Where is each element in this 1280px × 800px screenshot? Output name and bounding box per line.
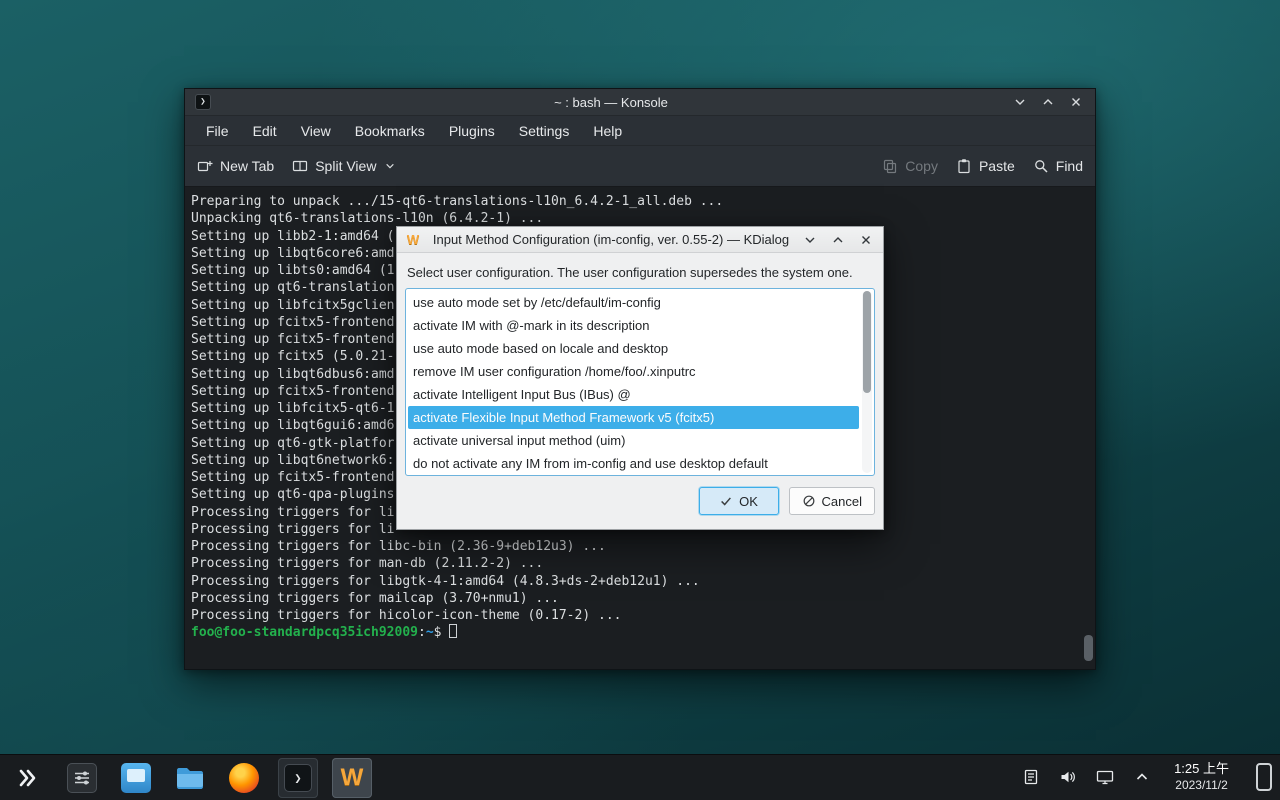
taskbar-item-firefox[interactable] <box>224 758 264 798</box>
taskbar-item-files[interactable] <box>170 758 210 798</box>
split-view-button[interactable]: Split View <box>292 158 395 174</box>
terminal-line: Processing triggers for mailcap (3.70+nm… <box>191 590 1087 607</box>
paste-label: Paste <box>979 158 1015 174</box>
konsole-toolbar: New Tab Split View Copy Paste Find <box>185 145 1095 187</box>
chevron-down-icon <box>385 161 395 171</box>
maximize-icon[interactable] <box>1039 93 1057 111</box>
terminal-line: Processing triggers for libgtk-4-1:amd64… <box>191 573 1087 590</box>
taskbar-item-konsole[interactable]: ❯ <box>278 758 318 798</box>
dialog-listbox[interactable]: use auto mode set by /etc/default/im-con… <box>405 288 875 476</box>
menu-item[interactable]: Help <box>582 120 633 142</box>
desktop-background: ❯ ~ : bash — Konsole FileEditViewBookmar… <box>0 0 1280 800</box>
minimize-icon[interactable] <box>801 231 819 249</box>
kdialog-w-icon: W <box>341 764 364 792</box>
paste-icon <box>956 158 972 174</box>
find-button[interactable]: Find <box>1033 158 1083 174</box>
menu-item[interactable]: Plugins <box>438 120 506 142</box>
konsole-app-icon: ❯ <box>195 94 211 110</box>
ok-label: OK <box>739 494 758 509</box>
taskbar-item-kdialog[interactable]: W <box>332 758 372 798</box>
show-desktop-icon[interactable] <box>1256 763 1272 791</box>
app-launcher-button[interactable] <box>8 758 48 798</box>
kdialog-titlebar[interactable]: W Input Method Configuration (im-config,… <box>397 227 883 253</box>
terminal-line: Preparing to unpack .../15-qt6-translati… <box>191 193 1087 210</box>
dialog-list-item[interactable]: activate Intelligent Input Bus (IBus) @ <box>408 383 859 406</box>
dialog-message: Select user configuration. The user conf… <box>407 265 873 280</box>
app-launcher-icon <box>18 769 38 787</box>
dialog-scrollbar-thumb[interactable] <box>863 291 871 393</box>
taskbar: ❯ W 1:25 上午 2023/11/2 <box>0 754 1280 800</box>
search-icon <box>1033 158 1049 174</box>
prompt-colon: : <box>418 625 426 640</box>
menu-item[interactable]: View <box>290 120 342 142</box>
kdialog-app-icon: W <box>405 232 421 247</box>
close-icon[interactable] <box>1067 93 1085 111</box>
cancel-label: Cancel <box>822 494 862 509</box>
new-tab-label: New Tab <box>220 158 274 174</box>
menu-item[interactable]: Settings <box>508 120 581 142</box>
dialog-button-row: OK Cancel <box>405 487 875 515</box>
copy-label: Copy <box>905 158 938 174</box>
prompt-dollar: $ <box>434 625 442 640</box>
ok-button[interactable]: OK <box>699 487 779 515</box>
terminal-prompt-line: foo@foo-standardpcq35ich92009:~$ <box>191 624 1087 641</box>
clock-time: 1:25 上午 <box>1174 761 1229 778</box>
caret-up-icon[interactable] <box>1131 766 1153 788</box>
find-label: Find <box>1056 158 1083 174</box>
maximize-icon[interactable] <box>829 231 847 249</box>
new-tab-icon <box>197 158 213 174</box>
prompt-user-host: foo@foo-standardpcq35ich92009 <box>191 625 418 640</box>
dialog-list-item[interactable]: use auto mode set by /etc/default/im-con… <box>408 291 859 314</box>
konsole-menubar: FileEditViewBookmarksPluginsSettingsHelp <box>185 115 1095 145</box>
terminal-line: Processing triggers for hicolor-icon-the… <box>191 607 1087 624</box>
konsole-window-title: ~ : bash — Konsole <box>211 95 1011 110</box>
menu-item[interactable]: Bookmarks <box>344 120 436 142</box>
taskbar-item-settings[interactable] <box>62 758 102 798</box>
clipboard-icon[interactable] <box>1020 766 1042 788</box>
dialog-list-item[interactable]: activate Flexible Input Method Framework… <box>408 406 859 429</box>
volume-icon[interactable] <box>1057 766 1079 788</box>
terminal-line: Unpacking qt6-translations-l10n (6.4.2-1… <box>191 210 1087 227</box>
terminal-scrollbar-thumb[interactable] <box>1084 635 1093 661</box>
split-view-label: Split View <box>315 158 376 174</box>
firefox-icon <box>229 763 259 793</box>
paste-button[interactable]: Paste <box>956 158 1015 174</box>
dialog-list-item[interactable]: activate IM with @-mark in its descripti… <box>408 314 859 337</box>
copy-button[interactable]: Copy <box>882 158 938 174</box>
check-icon <box>719 494 733 508</box>
dialog-list-item[interactable]: activate universal input method (uim) <box>408 429 859 452</box>
cancel-button[interactable]: Cancel <box>789 487 875 515</box>
kdialog-window-title: Input Method Configuration (im-config, v… <box>421 232 801 247</box>
prompt-path: ~ <box>426 625 434 640</box>
dialog-list-item[interactable]: use auto mode based on locale and deskto… <box>408 337 859 360</box>
sliders-icon <box>67 763 97 793</box>
new-tab-button[interactable]: New Tab <box>197 158 274 174</box>
cancel-icon <box>802 494 816 508</box>
split-view-icon <box>292 158 308 174</box>
menu-item[interactable]: File <box>195 120 240 142</box>
menu-item[interactable]: Edit <box>242 120 288 142</box>
clock[interactable]: 1:25 上午 2023/11/2 <box>1168 761 1235 793</box>
copy-icon <box>882 158 898 174</box>
terminal-line: Processing triggers for man-db (2.11.2-2… <box>191 555 1087 572</box>
dialog-list-item[interactable]: remove IM user configuration /home/foo/.… <box>408 360 859 383</box>
dialog-list-item[interactable]: do not activate any IM from im-config an… <box>408 452 859 475</box>
close-icon[interactable] <box>857 231 875 249</box>
clock-date: 2023/11/2 <box>1174 778 1229 794</box>
konsole-titlebar[interactable]: ❯ ~ : bash — Konsole <box>185 89 1095 115</box>
taskbar-item-computer[interactable] <box>116 758 156 798</box>
konsole-icon: ❯ <box>284 764 312 792</box>
kdialog-window: W Input Method Configuration (im-config,… <box>396 226 884 530</box>
display-icon[interactable] <box>1094 766 1116 788</box>
terminal-cursor <box>449 624 457 638</box>
minimize-icon[interactable] <box>1011 93 1029 111</box>
folder-icon <box>175 765 205 791</box>
terminal-line: Processing triggers for libc-bin (2.36-9… <box>191 538 1087 555</box>
computer-icon <box>121 763 151 793</box>
dialog-scrollbar[interactable] <box>862 291 872 473</box>
